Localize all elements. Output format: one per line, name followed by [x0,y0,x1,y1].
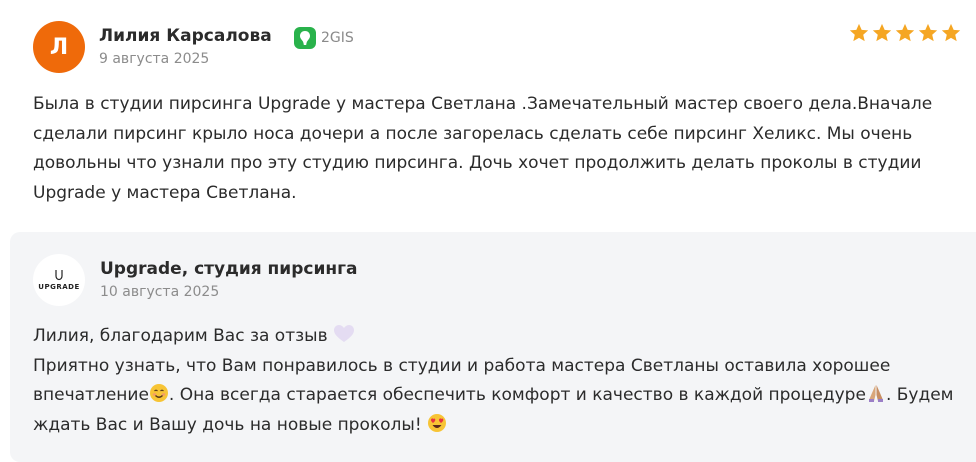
smiling-face-icon [149,384,168,402]
reply-text: Лилия, благодарим Вас за отзыв Приятно у… [33,322,963,440]
reply-line-1: Лилия, благодарим Вас за отзыв [33,322,963,352]
upgrade-logo-icon [55,270,63,281]
author-avatar[interactable]: Л [33,21,85,73]
heart-eyes-icon [428,413,447,432]
review-date: 9 августа 2025 [99,51,210,67]
rating-stars [848,22,962,44]
star-icon [895,23,915,42]
star-icon [849,23,869,42]
reply-date: 10 августа 2025 [100,284,220,300]
org-logo-text: UPGRADE [38,283,80,291]
owner-reply: UPGRADE Upgrade, студия пирсинга 10 авгу… [10,232,976,462]
reply-greeting: Лилия, благодарим Вас за отзыв [33,326,328,346]
org-name[interactable]: Upgrade, студия пирсинга [100,259,357,279]
star-icon [941,23,961,42]
review-text: Была в студии пирсинга Upgrade у мастера… [33,94,933,203]
source-label: 2GIS [321,30,354,46]
author-name[interactable]: Лилия Карсалова [99,26,272,46]
avatar-letter: Л [49,34,69,60]
review-source: 2GIS [294,27,354,49]
folded-hands-icon [868,385,883,402]
star-icon [918,23,938,42]
reply-line-2: Приятно узнать, что Вам понравилось в ст… [33,352,963,441]
org-logo: UPGRADE [33,254,85,306]
2gis-icon [294,27,316,49]
star-icon [872,23,892,42]
purple-heart-icon [334,325,355,342]
reply-body-b: . Она всегда старается обеспечить комфор… [168,385,866,405]
